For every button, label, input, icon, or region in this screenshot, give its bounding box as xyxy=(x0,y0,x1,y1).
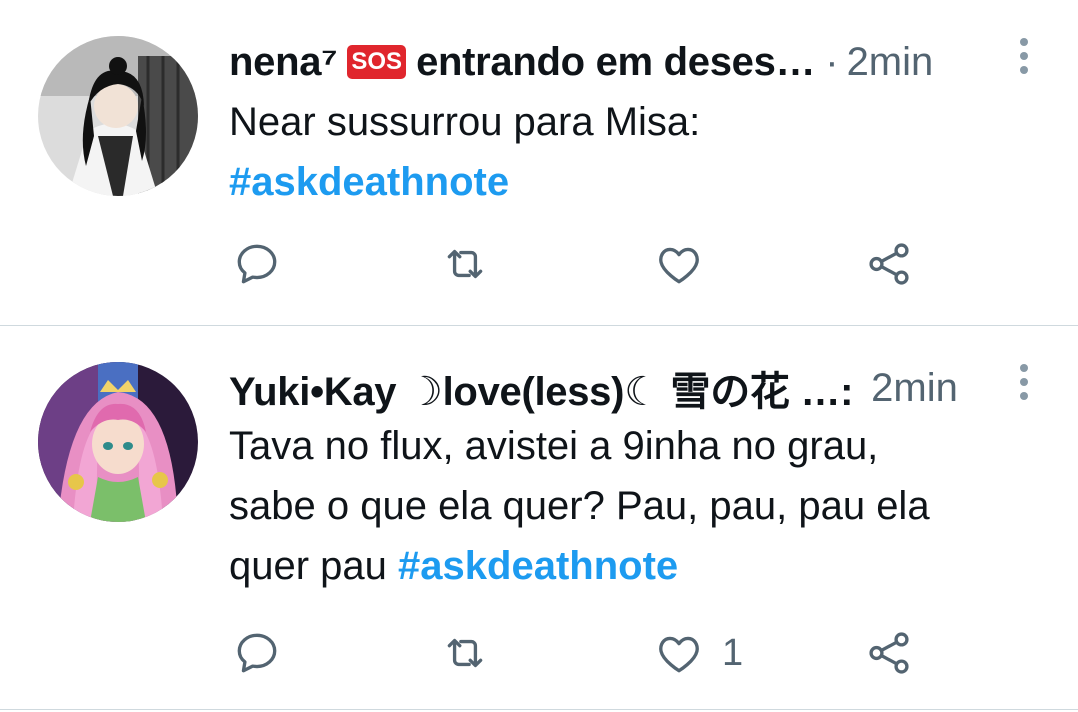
heart-icon xyxy=(659,247,699,284)
more-options-icon[interactable] xyxy=(1018,364,1030,404)
display-name-suffix[interactable]: entrando em deses… xyxy=(416,40,815,85)
avatar-image xyxy=(38,36,198,196)
more-options-icon[interactable] xyxy=(1018,38,1030,78)
tweet-text: Near sussurrou para Misa: #askdeathnote xyxy=(229,92,1029,212)
retweet-button[interactable] xyxy=(440,237,508,291)
retweet-icon xyxy=(447,638,483,668)
reply-icon xyxy=(237,633,277,673)
tweet-header: Yuki•Kay ☽love(less)☾ 雪の花 …: 2min xyxy=(229,359,968,417)
tweet-text-line: Tava no flux, avistei a 9inha no grau, xyxy=(229,424,879,468)
reply-icon xyxy=(237,244,277,284)
share-icon xyxy=(869,243,909,285)
separator-dot: · xyxy=(825,39,839,84)
share-icon xyxy=(869,632,909,674)
retweet-button[interactable] xyxy=(440,626,508,680)
display-name[interactable]: Yuki•Kay ☽love(less)☾ 雪の花 …: xyxy=(229,359,853,417)
reply-button[interactable] xyxy=(232,626,300,680)
avatar[interactable] xyxy=(38,36,198,196)
sos-emoji-icon: SOS xyxy=(347,45,407,79)
tweet-divider xyxy=(0,709,1078,710)
retweet-icon xyxy=(447,249,483,279)
hashtag-link[interactable]: #askdeathnote xyxy=(398,544,678,588)
tweet-actions xyxy=(232,237,952,291)
tweet-2[interactable]: Yuki•Kay ☽love(less)☾ 雪の花 …: 2min Tava n… xyxy=(0,326,1078,712)
tweet-1[interactable]: nena⁷ SOS entrando em deses… · 2min Near… xyxy=(0,0,1078,325)
like-count: 1 xyxy=(722,631,744,674)
heart-icon xyxy=(659,636,699,673)
avatar[interactable] xyxy=(38,362,198,522)
share-button[interactable] xyxy=(864,626,914,680)
tweet-header: nena⁷ SOS entrando em deses… · 2min xyxy=(229,36,968,88)
timestamp[interactable]: 2min xyxy=(871,366,958,411)
like-button[interactable]: 1 xyxy=(654,626,743,680)
reply-button[interactable] xyxy=(232,237,300,291)
tweet-actions: 1 xyxy=(232,626,952,680)
display-name[interactable]: nena⁷ xyxy=(229,40,337,85)
timestamp[interactable]: 2min xyxy=(847,40,934,85)
tweet-text-line: Near sussurrou para Misa: xyxy=(229,100,701,144)
tweet-text: Tava no flux, avistei a 9inha no grau, s… xyxy=(229,416,1029,596)
avatar-image xyxy=(38,362,198,522)
hashtag-link[interactable]: #askdeathnote xyxy=(229,160,509,204)
tweet-text-line: sabe o que ela quer? Pau, pau, pau ela xyxy=(229,484,930,528)
like-button[interactable] xyxy=(654,237,722,291)
share-button[interactable] xyxy=(864,237,914,291)
tweet-text-line: quer pau xyxy=(229,544,399,588)
